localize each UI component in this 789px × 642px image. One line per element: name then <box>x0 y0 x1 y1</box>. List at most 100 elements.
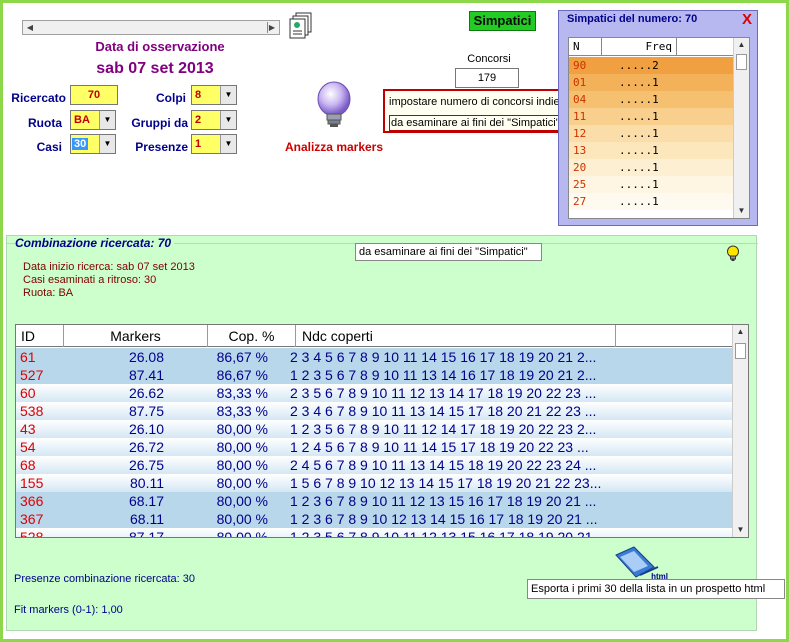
simpatici-scrollbar[interactable]: ▲ ▼ <box>733 38 749 218</box>
cell-id: 68 <box>20 457 36 473</box>
cell-cop: 80,00 % <box>216 511 268 527</box>
cell-ndc: 2 3 5 6 7 8 9 10 11 12 13 14 17 18 19 20… <box>290 385 597 401</box>
simpatici-row[interactable]: 20 .....1 <box>569 159 733 176</box>
simpatici-row[interactable]: 90 .....2 <box>569 57 733 74</box>
cell-markers: 68.17 <box>128 493 164 509</box>
cell-cop: 86,67 % <box>216 367 268 383</box>
col-n-header[interactable]: N <box>573 40 580 53</box>
col-freq-header[interactable]: Freq <box>601 38 677 56</box>
concorsi-input[interactable]: 179 <box>455 68 519 88</box>
info-casi-esaminati: Casi esaminati a ritroso: 30 <box>23 274 157 286</box>
col-cop-header[interactable]: Cop. % <box>208 325 296 347</box>
date-scrollbar[interactable]: ◀ ▶ <box>22 20 280 35</box>
simpatici-number: 25 <box>573 178 587 191</box>
table-row[interactable]: 54 26.72 80,00 % 1 2 4 5 6 7 8 9 10 11 14 1… <box>16 438 732 456</box>
col-ndc-header[interactable]: Ndc coperti <box>296 325 616 347</box>
ricercato-label: Ricercato <box>11 91 66 105</box>
cell-markers: 87.41 <box>128 367 164 383</box>
col-id-header[interactable]: ID <box>16 325 64 347</box>
simpatici-row[interactable]: 11 .....1 <box>569 108 733 125</box>
simpatici-row[interactable]: 12 .....1 <box>569 125 733 142</box>
scroll-up-arrow-icon[interactable]: ▲ <box>734 38 749 52</box>
cell-id: 43 <box>20 421 36 437</box>
info-ruota: Ruota: BA <box>23 287 74 299</box>
scroll-down-arrow-icon[interactable]: ▼ <box>734 204 749 218</box>
cell-ndc: 1 5 6 7 8 9 10 12 13 14 15 17 18 19 20 2… <box>290 475 602 491</box>
colpi-select[interactable]: 8 ▼ <box>191 85 237 105</box>
cell-id: 60 <box>20 385 36 401</box>
gruppi-select[interactable]: 2 ▼ <box>191 110 237 130</box>
chevron-down-icon[interactable]: ▼ <box>220 86 236 104</box>
simpatici-row[interactable]: 27 .....1 <box>569 193 733 210</box>
table-row[interactable]: 61 26.08 86,67 % 2 3 4 5 6 7 8 9 10 11 14 1… <box>16 348 732 366</box>
table-row[interactable]: 367 68.11 80,00 % 1 2 3 6 7 8 9 10 12 13 14… <box>16 510 732 528</box>
col-markers-header[interactable]: Markers <box>64 325 208 347</box>
simpatici-row[interactable]: 01 .....1 <box>569 74 733 91</box>
table-row[interactable]: 155 80.11 80,00 % 1 5 6 7 8 9 10 12 13 14 1… <box>16 474 732 492</box>
chevron-down-icon[interactable]: ▼ <box>99 111 115 129</box>
simpatici-number: 01 <box>573 76 587 89</box>
tooltip-line1: impostare numero di concorsi indietro <box>389 96 573 108</box>
close-icon[interactable]: X <box>742 11 752 28</box>
table-scrollbar[interactable]: ▲ ▼ <box>732 325 748 537</box>
lightbulb-icon[interactable] <box>313 80 355 132</box>
presenze-select[interactable]: 1 ▼ <box>191 134 237 154</box>
simpatici-number: 90 <box>573 59 587 72</box>
chevron-down-icon[interactable]: ▼ <box>220 111 236 129</box>
table-row[interactable]: 43 26.10 80,00 % 1 2 3 5 6 7 8 9 10 11 12 1… <box>16 420 732 438</box>
scroll-thumb[interactable] <box>736 54 747 70</box>
table-row[interactable]: 538 87.75 83,33 % 2 3 4 6 7 8 9 10 11 13 14… <box>16 402 732 420</box>
cell-cop: 83,33 % <box>216 403 268 419</box>
scroll-thumb[interactable] <box>735 343 746 359</box>
cell-id: 528 <box>20 529 44 538</box>
simpatici-number: 20 <box>573 161 587 174</box>
casi-select[interactable]: 30 ▼ <box>70 134 116 154</box>
chevron-down-icon[interactable]: ▼ <box>220 135 236 153</box>
table-row[interactable]: 366 68.17 80,00 % 1 2 3 6 7 8 9 10 11 12 13… <box>16 492 732 510</box>
cell-ndc: 1 2 3 5 6 7 8 9 10 11 13 14 16 17 18 19 … <box>290 367 597 383</box>
cell-cop: 80,00 % <box>216 529 268 538</box>
cell-ndc: 2 3 4 6 7 8 9 10 11 13 14 15 17 18 20 21… <box>290 403 597 419</box>
presenze-value: 1 <box>195 138 202 150</box>
simpatici-freq: .....1 <box>619 76 659 89</box>
scroll-left-arrow-icon[interactable]: ◀ <box>23 21 37 34</box>
cell-cop: 86,67 % <box>216 349 268 365</box>
ruota-select[interactable]: BA ▼ <box>70 110 116 130</box>
simpatici-row[interactable]: 13 .....1 <box>569 142 733 159</box>
table-row[interactable]: 60 26.62 83,33 % 2 3 5 6 7 8 9 10 11 12 13 … <box>16 384 732 402</box>
scroll-right-arrow-icon[interactable]: ▶ <box>265 21 279 34</box>
analizza-markers-button[interactable]: Analizza markers <box>282 140 386 154</box>
cell-ndc: 1 2 4 5 6 7 8 9 10 11 14 15 17 18 19 20 … <box>290 439 589 455</box>
cell-id: 155 <box>20 475 44 491</box>
simpatici-tooltip: da esaminare ai fini dei "Simpatici" <box>355 243 542 261</box>
simpatici-number: 12 <box>573 127 587 140</box>
cell-markers: 26.62 <box>128 385 164 401</box>
table-row[interactable]: 527 87.41 86,67 % 1 2 3 5 6 7 8 9 10 11 13 … <box>16 366 732 384</box>
presenze-label: Presenze <box>135 140 188 154</box>
table-row[interactable]: 528 87.17 80,00 % 1 2 3 5 6 7 8 9 10 11 12 … <box>16 528 732 538</box>
simpatici-row[interactable]: 25 .....1 <box>569 176 733 193</box>
ricercato-input[interactable]: 70 <box>70 85 118 105</box>
simpatici-row[interactable]: 04 .....1 <box>569 91 733 108</box>
cell-ndc: 1 2 3 5 6 7 8 9 10 11 12 14 17 18 19 20 … <box>290 421 597 437</box>
cell-markers: 80.11 <box>130 475 164 491</box>
export-html-icon[interactable]: html <box>610 545 670 583</box>
simpatici-list-header: N Freq <box>569 38 733 56</box>
lightbulb-icon[interactable] <box>726 245 740 263</box>
cell-ndc: 2 4 5 6 7 8 9 10 11 13 14 15 18 19 20 22… <box>290 457 597 473</box>
documents-icon[interactable] <box>288 12 314 40</box>
markers-table[interactable]: ID Markers Cop. % Ndc coperti 61 26.08 86,… <box>15 324 749 538</box>
simpatici-button[interactable]: Simpatici <box>469 11 536 31</box>
cell-cop: 80,00 % <box>216 493 268 509</box>
simpatici-list[interactable]: N Freq 90 .....2 01 .....1 04 .....1 11 .....1 1… <box>568 37 750 219</box>
scroll-up-arrow-icon[interactable]: ▲ <box>733 325 748 339</box>
table-row[interactable]: 68 26.75 80,00 % 2 4 5 6 7 8 9 10 11 13 14 … <box>16 456 732 474</box>
cell-ndc: 1 2 3 5 6 7 8 9 10 11 12 13 15 16 17 18 … <box>290 529 609 538</box>
cell-cop: 80,00 % <box>216 475 268 491</box>
observation-label: Data di osservazione <box>95 39 225 54</box>
cell-cop: 80,00 % <box>216 457 268 473</box>
chevron-down-icon[interactable]: ▼ <box>99 135 115 153</box>
scroll-down-arrow-icon[interactable]: ▼ <box>733 523 748 537</box>
cell-cop: 83,33 % <box>216 385 268 401</box>
casi-value: 30 <box>72 138 89 150</box>
